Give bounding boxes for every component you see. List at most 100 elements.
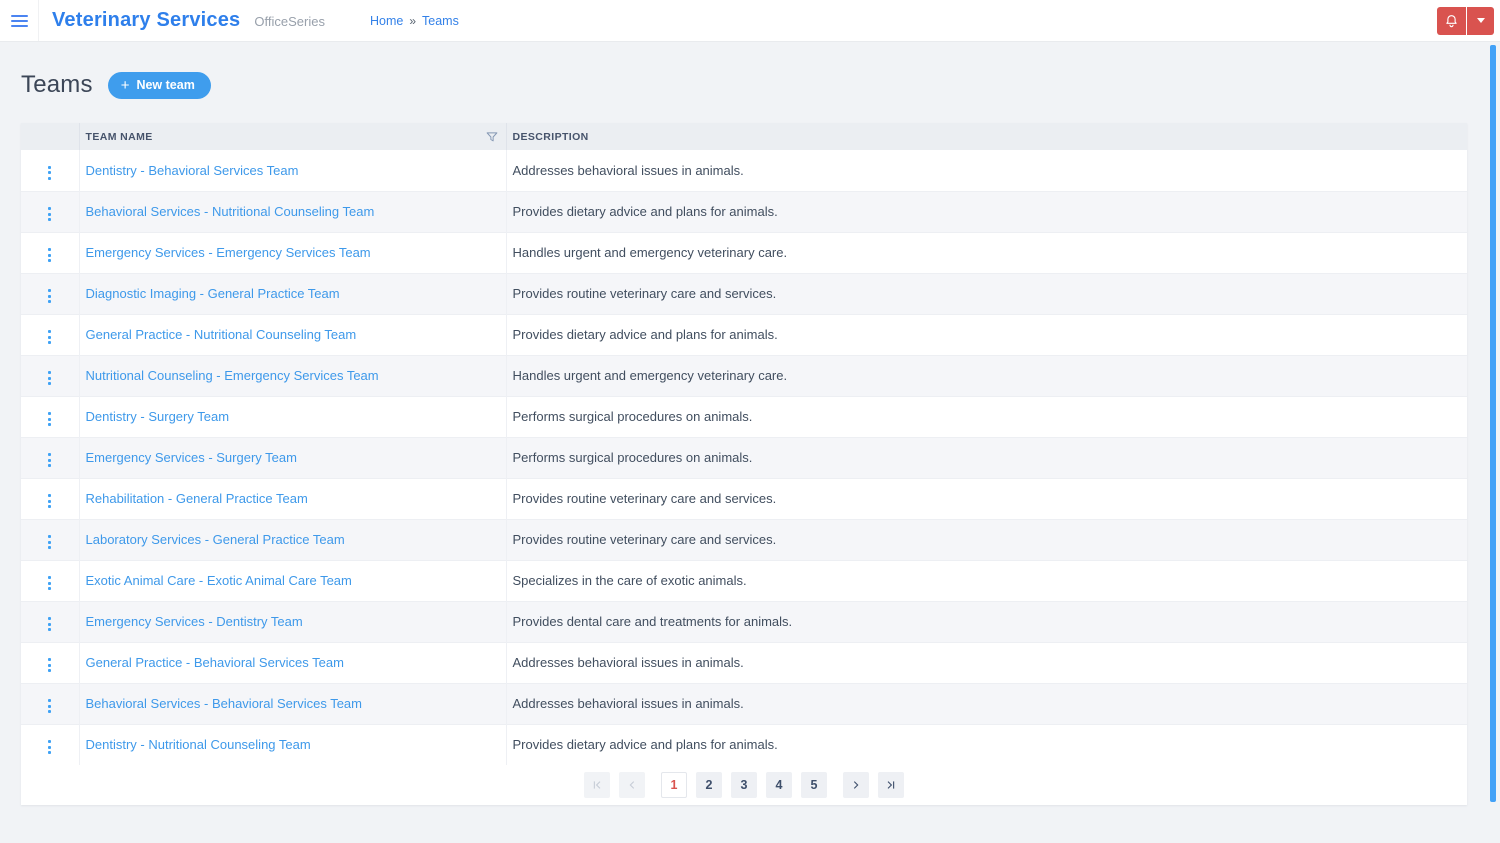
row-menu-button[interactable] bbox=[42, 572, 57, 594]
team-name-link[interactable]: Dentistry - Nutritional Counseling Team bbox=[86, 737, 311, 752]
column-header-team-name: TEAM NAME bbox=[78, 123, 506, 150]
team-name-link[interactable]: Dentistry - Behavioral Services Team bbox=[86, 163, 299, 178]
team-description: Handles urgent and emergency veterinary … bbox=[512, 245, 788, 260]
row-menu-button[interactable] bbox=[42, 654, 57, 676]
pagination-first-button bbox=[584, 772, 610, 798]
team-name-link[interactable]: General Practice - Nutritional Counselin… bbox=[86, 327, 357, 342]
team-description: Provides routine veterinary care and ser… bbox=[512, 286, 777, 301]
column-header-actions bbox=[21, 123, 79, 150]
main-content: Teams + New team TEAM NAME DESCRIPTION D… bbox=[0, 42, 1500, 805]
row-menu-button[interactable] bbox=[42, 285, 57, 307]
table-row: General Practice - Nutritional Counselin… bbox=[21, 314, 1467, 355]
vertical-scrollbar-thumb[interactable] bbox=[1490, 45, 1496, 802]
pagination-page-1-button: 1 bbox=[661, 772, 687, 798]
kebab-icon bbox=[48, 165, 52, 180]
team-description: Handles urgent and emergency veterinary … bbox=[512, 368, 788, 383]
pagination-last-button[interactable] bbox=[878, 772, 904, 798]
hamburger-menu-button[interactable] bbox=[0, 0, 39, 41]
table-row: Emergency Services - Surgery Team Perfor… bbox=[21, 437, 1467, 478]
teams-table: TEAM NAME DESCRIPTION Dentistry - Behavi… bbox=[21, 123, 1467, 765]
kebab-icon bbox=[48, 412, 52, 426]
team-name-link[interactable]: Laboratory Services - General Practice T… bbox=[86, 532, 345, 547]
row-menu-button[interactable] bbox=[42, 695, 57, 717]
column-header-description-label: DESCRIPTION bbox=[512, 130, 589, 143]
pagination-page-5-button[interactable]: 5 bbox=[801, 772, 827, 798]
table-row: Behavioral Services - Nutritional Counse… bbox=[21, 191, 1467, 232]
team-name-link[interactable]: Exotic Animal Care - Exotic Animal Care … bbox=[86, 573, 352, 588]
kebab-icon bbox=[48, 658, 52, 672]
pagination-page-3-button[interactable]: 3 bbox=[731, 772, 757, 798]
kebab-icon bbox=[48, 371, 52, 385]
team-description: Addresses behavioral issues in animals. bbox=[512, 696, 744, 711]
teams-table-card: TEAM NAME DESCRIPTION Dentistry - Behavi… bbox=[21, 123, 1467, 805]
row-menu-button[interactable] bbox=[42, 531, 57, 553]
top-bar: Veterinary Services OfficeSeries Home » … bbox=[0, 0, 1500, 42]
team-name-link[interactable]: Behavioral Services - Behavioral Service… bbox=[86, 696, 363, 711]
row-menu-button[interactable] bbox=[42, 244, 57, 266]
kebab-icon bbox=[48, 207, 52, 221]
column-header-description: DESCRIPTION bbox=[505, 123, 1467, 150]
pagination-last-icon bbox=[885, 779, 897, 791]
team-name-link[interactable]: Nutritional Counseling - Emergency Servi… bbox=[86, 368, 379, 383]
team-name-link[interactable]: General Practice - Behavioral Services T… bbox=[86, 655, 344, 670]
team-description: Performs surgical procedures on animals. bbox=[512, 409, 753, 424]
app-title[interactable]: Veterinary Services bbox=[52, 9, 240, 32]
row-menu-button[interactable] bbox=[42, 203, 57, 225]
table-row: Dentistry - Behavioral Services Team Add… bbox=[21, 150, 1467, 191]
row-menu-button[interactable] bbox=[42, 736, 57, 758]
pagination-page-2-button[interactable]: 2 bbox=[696, 772, 722, 798]
team-name-link[interactable]: Rehabilitation - General Practice Team bbox=[86, 491, 308, 506]
team-name-link[interactable]: Emergency Services - Emergency Services … bbox=[86, 245, 371, 260]
breadcrumb-home-link[interactable]: Home bbox=[370, 14, 403, 28]
brand: Veterinary Services OfficeSeries bbox=[52, 9, 325, 32]
pagination-next-button[interactable] bbox=[843, 772, 869, 798]
kebab-icon bbox=[48, 289, 52, 303]
team-description: Provides dental care and treatments for … bbox=[512, 614, 793, 629]
caret-down-icon bbox=[1476, 18, 1485, 23]
page-head: Teams + New team bbox=[21, 42, 1467, 99]
team-name-link[interactable]: Diagnostic Imaging - General Practice Te… bbox=[86, 286, 340, 301]
table-body: Dentistry - Behavioral Services Team Add… bbox=[21, 150, 1467, 765]
breadcrumb-current-link[interactable]: Teams bbox=[422, 14, 459, 28]
row-menu-button[interactable] bbox=[42, 490, 57, 512]
pagination-next-icon bbox=[850, 779, 862, 791]
kebab-icon bbox=[48, 330, 52, 344]
team-description: Provides routine veterinary care and ser… bbox=[512, 532, 777, 547]
filter-icon[interactable] bbox=[486, 131, 498, 143]
table-header-row: TEAM NAME DESCRIPTION bbox=[21, 123, 1467, 150]
team-name-link[interactable]: Dentistry - Surgery Team bbox=[86, 409, 230, 424]
row-menu-button[interactable] bbox=[42, 326, 57, 348]
team-description: Specializes in the care of exotic animal… bbox=[512, 573, 747, 588]
table-row: Exotic Animal Care - Exotic Animal Care … bbox=[21, 560, 1467, 601]
kebab-icon bbox=[48, 617, 52, 631]
team-name-link[interactable]: Emergency Services - Surgery Team bbox=[86, 450, 297, 465]
team-description: Addresses behavioral issues in animals. bbox=[512, 162, 744, 178]
column-header-team-name-label: TEAM NAME bbox=[85, 130, 153, 143]
row-menu-button[interactable] bbox=[42, 449, 57, 471]
kebab-icon bbox=[48, 576, 52, 590]
team-name-link[interactable]: Emergency Services - Dentistry Team bbox=[86, 614, 303, 629]
team-description: Provides dietary advice and plans for an… bbox=[512, 204, 778, 219]
team-description: Performs surgical procedures on animals. bbox=[512, 450, 753, 465]
new-team-button[interactable]: + New team bbox=[107, 71, 211, 99]
hamburger-icon bbox=[10, 14, 28, 27]
notifications-button[interactable] bbox=[1437, 6, 1466, 35]
table-row: General Practice - Behavioral Services T… bbox=[21, 642, 1467, 683]
table-row: Nutritional Counseling - Emergency Servi… bbox=[21, 355, 1467, 396]
table-row: Emergency Services - Dentistry Team Prov… bbox=[21, 601, 1467, 642]
table-row: Behavioral Services - Behavioral Service… bbox=[21, 683, 1467, 724]
user-menu-dropdown-button[interactable] bbox=[1467, 6, 1494, 35]
team-name-link[interactable]: Behavioral Services - Nutritional Counse… bbox=[86, 204, 375, 219]
pagination-prev-button bbox=[619, 772, 645, 798]
team-description: Addresses behavioral issues in animals. bbox=[512, 655, 744, 670]
row-menu-button[interactable] bbox=[42, 367, 57, 389]
row-menu-button[interactable] bbox=[42, 408, 57, 430]
table-row: Rehabilitation - General Practice Team P… bbox=[21, 478, 1467, 519]
row-menu-button[interactable] bbox=[42, 613, 57, 635]
kebab-icon bbox=[48, 535, 52, 549]
kebab-icon bbox=[48, 740, 52, 755]
row-menu-button[interactable] bbox=[42, 162, 57, 184]
team-description: Provides routine veterinary care and ser… bbox=[512, 491, 777, 506]
pagination-page-4-button[interactable]: 4 bbox=[766, 772, 792, 798]
table-row: Laboratory Services - General Practice T… bbox=[21, 519, 1467, 560]
